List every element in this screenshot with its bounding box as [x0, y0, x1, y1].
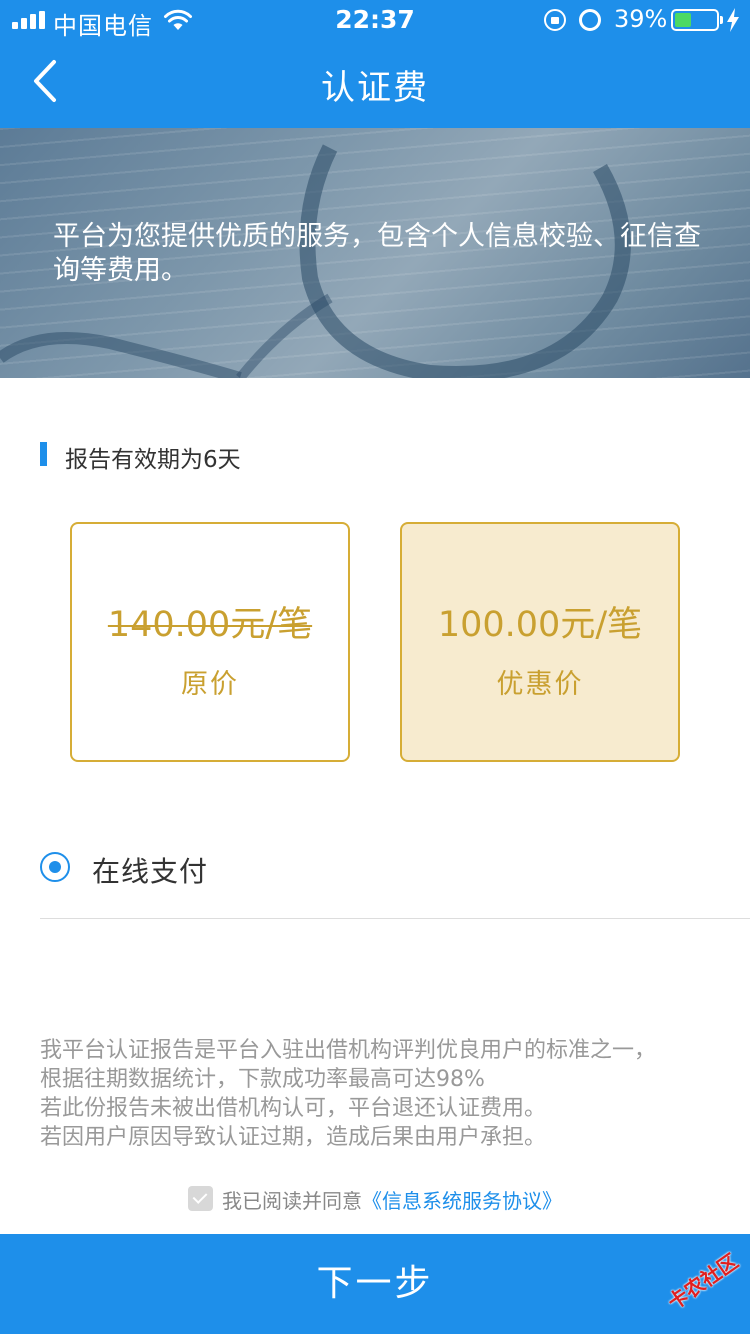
discount-price: 100.00元/笔 — [437, 605, 643, 645]
validity-text: 报告有效期为6天 — [65, 447, 241, 473]
note-line: 我平台认证报告是平台入驻出借机构评判优良用户的标准之一， — [40, 1038, 657, 1063]
notes: 我平台认证报告是平台入驻出借机构评判优良用户的标准之一， 根据往期数据统计，下款… — [40, 1036, 730, 1152]
page-title: 认证费 — [321, 68, 429, 108]
battery-level-fill — [675, 13, 691, 27]
divider — [40, 918, 750, 919]
agreement-prefix: 我已阅读并同意 — [222, 1189, 362, 1213]
heading-accent-bar — [40, 442, 47, 466]
watermark-text: 卡农社区 — [663, 1248, 743, 1315]
payment-radio[interactable] — [40, 852, 70, 882]
agreement-link[interactable]: 《信息系统服务协议》 — [362, 1185, 562, 1214]
charging-icon — [727, 8, 739, 32]
original-price-card[interactable]: 140.00元/笔 原价 — [70, 522, 350, 762]
top-bar: 中国电信 22:37 39% 认证费 — [0, 0, 750, 128]
online-payment-option[interactable]: 在线支付 — [40, 848, 750, 918]
info-banner: 平台为您提供优质的服务，包含个人信息校验、征信查询等费用。 — [0, 128, 750, 378]
agreement-checkbox[interactable] — [188, 1186, 213, 1211]
alarm-icon — [579, 9, 601, 31]
battery-percent: 39% — [614, 5, 668, 33]
original-price-label: 原价 — [181, 669, 239, 700]
battery-icon — [671, 9, 723, 31]
certification-fee-page: 中国电信 22:37 39% 认证费 平台为您提供优质的服务，包含个人信息校验、… — [0, 0, 750, 1334]
note-line: 若此份报告未被出借机构认可，平台退还认证费用。 — [40, 1096, 547, 1121]
radio-selected-dot — [49, 861, 61, 873]
status-bar: 中国电信 22:37 39% — [0, 0, 750, 40]
note-line: 若因用户原因导致认证过期，造成后果由用户承担。 — [40, 1125, 547, 1150]
original-price: 140.00元/笔 — [72, 596, 348, 647]
discount-price-label: 优惠价 — [496, 669, 584, 700]
note-line: 根据往期数据统计，下款成功率最高可达98% — [40, 1067, 485, 1092]
next-step-button[interactable]: 下一步 — [0, 1234, 750, 1334]
banner-text: 平台为您提供优质的服务，包含个人信息校验、征信查询等费用。 — [53, 221, 701, 286]
original-price-value: 140.00元/笔 — [107, 605, 313, 645]
orientation-lock-icon — [544, 9, 566, 31]
watermark-logo: 卡农社区 — [640, 1246, 750, 1326]
discount-price-card[interactable]: 100.00元/笔 优惠价 — [400, 522, 680, 762]
payment-label: 在线支付 — [92, 855, 209, 888]
nav-bar: 认证费 — [0, 40, 750, 128]
